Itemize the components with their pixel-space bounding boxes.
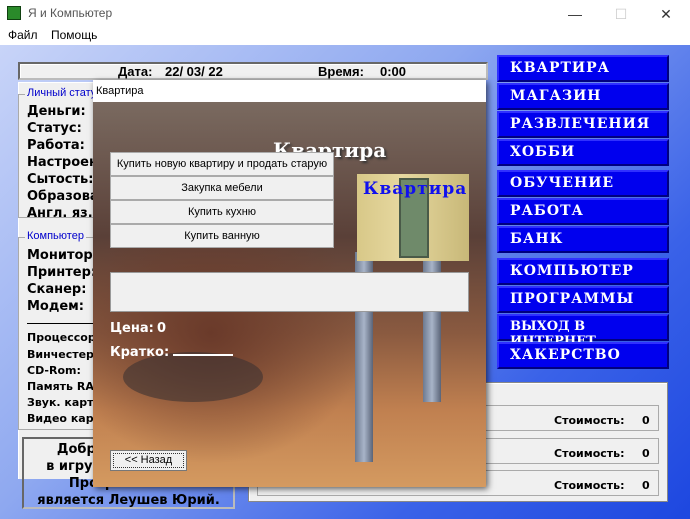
english-label: Англ. яз.: (27, 206, 98, 221)
time-value: 0:00 (380, 64, 407, 79)
menu-bar: Файл Помощь (0, 27, 690, 45)
work-label: Работа: (27, 138, 85, 153)
cost-value: 0 (642, 414, 650, 427)
brief-line (173, 354, 233, 356)
apartment-scene-image: Квартира Квартира Купить новую квартиру … (93, 102, 486, 487)
hdd-label: Винчестер: (27, 348, 99, 361)
thumbnail-title: Квартира (363, 179, 468, 199)
apartment-thumbnail: Квартира (357, 174, 469, 261)
scanner-label: Сканер: (27, 282, 87, 297)
maximize-button[interactable]: ☐ (598, 2, 644, 26)
nav-work[interactable]: РАБОТА (497, 198, 669, 225)
date-value: 22/ 03/ 22 (165, 64, 223, 79)
cost-value: 0 (642, 447, 650, 460)
price-label: Цена: (110, 321, 154, 336)
satiety-label: Сытость: (27, 172, 94, 187)
cost-label: Стоимость: (554, 414, 625, 427)
minimize-button[interactable]: — (552, 2, 598, 26)
buy-furniture-button[interactable]: Закупка мебели (110, 176, 334, 200)
menu-file[interactable]: Файл (8, 28, 38, 42)
apartment-dialog: Квартира Квартира Квартира Купить новую … (93, 80, 486, 487)
close-button[interactable]: ✕ (643, 2, 689, 26)
nav-computer[interactable]: КОМПЬЮТЕР (497, 258, 669, 285)
cost-label: Стоимость: (554, 447, 625, 460)
nav-bank[interactable]: БАНК (497, 226, 669, 253)
monitor-label: Монитор: (27, 248, 98, 263)
nav-apartment[interactable]: КВАРТИРА (497, 55, 669, 82)
computer-title: Компьютер (25, 230, 86, 242)
buy-kitchen-button[interactable]: Купить кухню (110, 200, 334, 224)
description-box (110, 272, 469, 312)
nav-education[interactable]: ОБУЧЕНИЕ (497, 170, 669, 197)
cpu-label: Процессор: (27, 331, 101, 344)
nav-hobby[interactable]: ХОББИ (497, 139, 669, 166)
cost-value: 0 (642, 479, 650, 492)
money-label: Деньги: (27, 104, 86, 119)
nav-internet[interactable]: ВЫХОД В ИНТЕРНЕТ (497, 314, 669, 349)
printer-label: Принтер: (27, 265, 97, 280)
buy-new-apartment-button[interactable]: Купить новую квартиру и продать старую (110, 152, 334, 176)
back-button[interactable]: << Назад (110, 450, 187, 471)
modem-label: Модем: (27, 299, 85, 314)
cost-label: Стоимость: (554, 479, 625, 492)
welcome-line: является Леушев Юрий. (37, 493, 220, 508)
nav-shop[interactable]: МАГАЗИН (497, 83, 669, 110)
cdrom-label: CD-Rom: (27, 364, 81, 377)
time-label: Время: (318, 64, 364, 79)
window-title: Я и Компьютер (28, 6, 113, 20)
title-bar: Я и Компьютер — ☐ ✕ (0, 0, 690, 27)
date-bar: Дата: 22/ 03/ 22 Время: 0:00 (18, 62, 488, 80)
status-label: Статус: (27, 121, 82, 136)
date-label: Дата: (118, 64, 153, 79)
personal-status-title: Личный статус (25, 87, 104, 99)
buy-bathroom-button[interactable]: Купить ванную (110, 224, 334, 248)
price-value: 0 (157, 321, 167, 336)
dialog-title: Квартира (96, 85, 144, 97)
nav-entertainment[interactable]: РАЗВЛЕЧЕНИЯ (497, 111, 669, 138)
app-icon (7, 6, 21, 20)
menu-help[interactable]: Помощь (51, 28, 97, 42)
nav-hacking[interactable]: ХАКЕРСТВО (497, 342, 669, 369)
brief-label: Кратко: (110, 345, 170, 360)
nav-programs[interactable]: ПРОГРАММЫ (497, 286, 669, 313)
